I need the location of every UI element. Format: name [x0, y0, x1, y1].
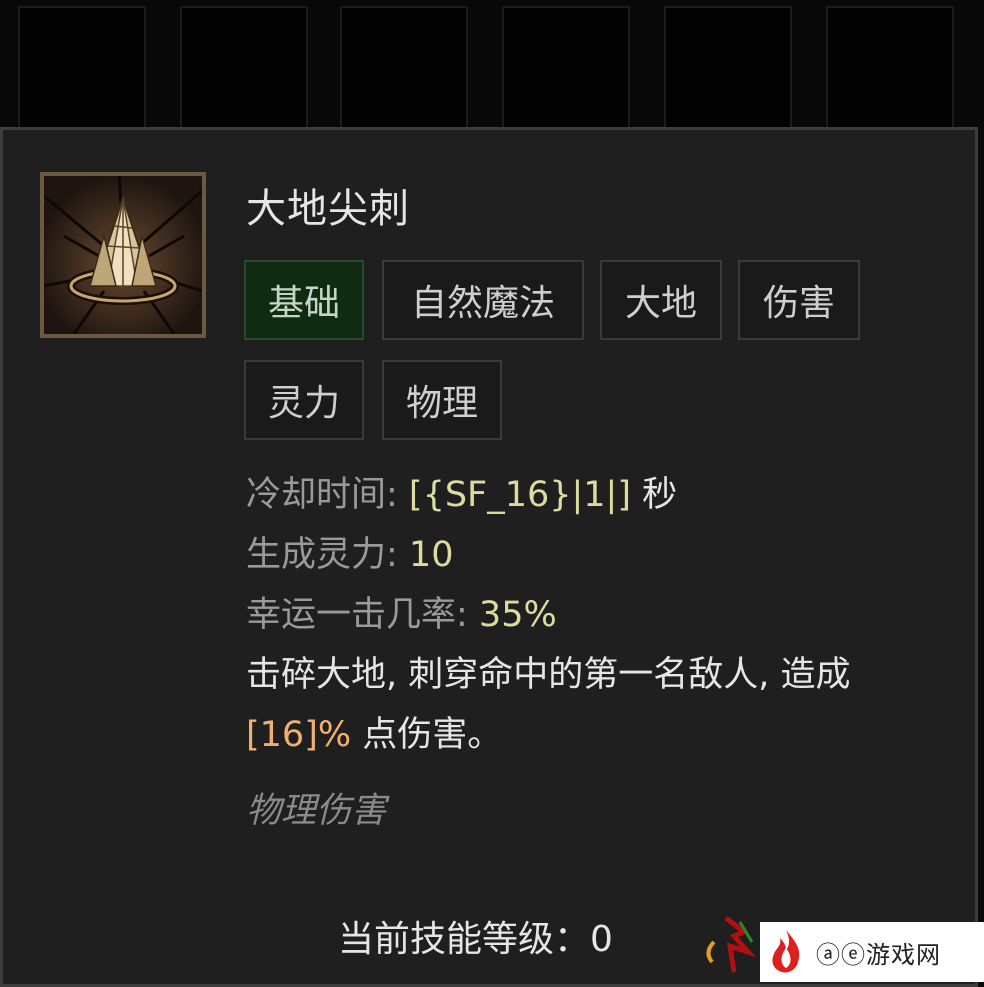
tag-earth: 大地: [600, 260, 722, 340]
skill-slot-4[interactable]: [502, 6, 630, 132]
stat-suffix: 秒: [631, 475, 678, 515]
flame-logo-icon: [772, 930, 800, 973]
skill-slot-bar: [0, 0, 984, 132]
stat-label: 幸运一击几率:: [246, 595, 479, 635]
stat-value: 10: [408, 535, 454, 575]
tag-spirit: 灵力: [244, 360, 364, 440]
skill-slot-5[interactable]: [664, 6, 792, 132]
stat-label: 冷却时间:: [246, 475, 409, 515]
skill-description-line1: 击碎大地, 刺穿命中的第一名敌人, 造成: [246, 655, 851, 695]
tag-nature-magic: 自然魔法: [382, 260, 584, 340]
skill-slot-2[interactable]: [180, 6, 308, 132]
tag-basic: 基础: [244, 260, 364, 340]
watermark-text: ⓐⓔ游戏网: [816, 940, 941, 969]
skill-description-line2: [16]% 点伤害。: [246, 706, 502, 757]
stat-label: 生成灵力:: [246, 535, 409, 575]
tag-damage: 伤害: [738, 260, 860, 340]
stat-lucky-hit: 幸运一击几率: 35%: [246, 586, 557, 637]
skill-name: 大地尖刺: [246, 186, 410, 232]
skill-slot-6[interactable]: [826, 6, 954, 132]
current-level-value: 0: [590, 919, 613, 960]
damage-type: 物理伤害: [246, 791, 387, 831]
tag-physical: 物理: [382, 360, 502, 440]
current-skill-level: 当前技能等级：0: [338, 910, 613, 962]
skill-slot-3[interactable]: [340, 6, 468, 132]
description-rest: 点伤害。: [351, 715, 503, 755]
stat-value: [{SF_16}|1|]: [408, 475, 632, 515]
current-level-label: 当前技能等级：: [338, 919, 591, 960]
stat-spirit-generation: 生成灵力: 10: [246, 526, 453, 577]
skill-slot-1[interactable]: [18, 6, 146, 132]
earth-spike-icon: [40, 172, 206, 338]
stat-cooldown: 冷却时间: [{SF_16}|1|] 秒: [246, 466, 677, 517]
stat-value: 35%: [478, 595, 557, 635]
damage-value: [16]%: [246, 715, 352, 755]
watermark-mark-icon: [704, 912, 764, 978]
watermark: ⓐⓔ游戏网: [760, 922, 984, 982]
